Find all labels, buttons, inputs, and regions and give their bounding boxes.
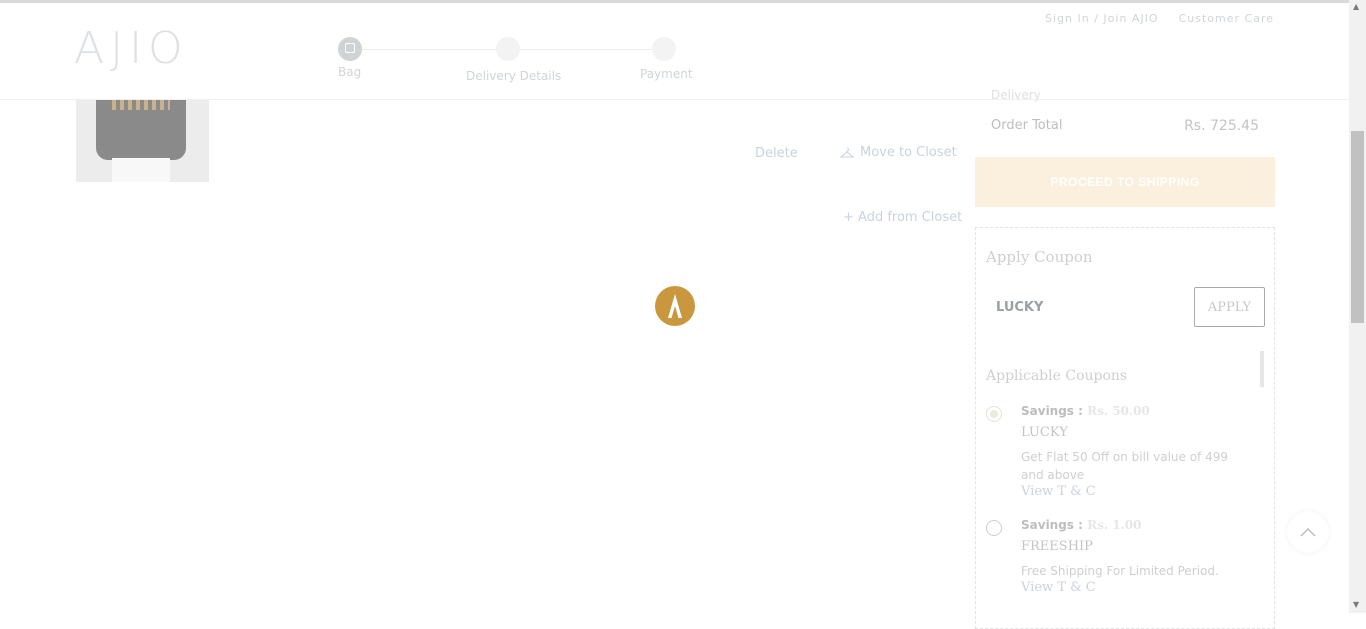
coupon-description: Free Shipping For Limited Period. (1021, 564, 1219, 578)
step-delivery-dot (496, 37, 520, 61)
summary-row-order-total: Order Total Rs. 725.45 (991, 118, 1259, 134)
checkout-steps: Bag Delivery Details Payment (338, 37, 708, 87)
step-payment-dot (652, 37, 676, 61)
step-payment-label: Payment (640, 67, 693, 81)
move-to-closet-link[interactable]: Move to Closet (840, 145, 957, 160)
product-image[interactable] (76, 100, 209, 182)
order-total-value: Rs. 725.45 (1184, 118, 1259, 134)
hanger-icon (840, 147, 854, 157)
delete-item-link[interactable]: Delete (755, 146, 798, 161)
savings-label: Savings : (1021, 404, 1083, 418)
add-from-closet-link[interactable]: + Add from Closet (843, 210, 962, 225)
shopping-bag-icon (345, 43, 355, 53)
customer-care-link[interactable]: Customer Care (1179, 12, 1274, 25)
move-to-closet-label: Move to Closet (860, 145, 957, 160)
site-header: AJIO Sign In / Join AJIO Customer Care B… (0, 3, 1349, 100)
coupon-list-scrollbar[interactable] (1260, 351, 1264, 387)
page-scrollbar[interactable]: ▲ ▼ (1349, 0, 1366, 613)
coupon-savings: Savings : Rs. 1.00 (1021, 518, 1141, 532)
view-tc-link[interactable]: View T & C (1021, 580, 1096, 595)
summary-row-delivery: Delivery (991, 88, 1259, 102)
sign-in-link[interactable]: Sign In / Join AJIO (1045, 12, 1159, 25)
product-pattern (112, 100, 170, 110)
coupon-description: Get Flat 50 Off on bill value of 499 and… (1021, 450, 1228, 482)
coupon-radio-selected[interactable] (986, 406, 1002, 422)
step-bag-label: Bag (338, 65, 362, 79)
coupon-panel: Apply Coupon APPLY Applicable Coupons Sa… (975, 227, 1275, 629)
savings-value: Rs. 50.00 (1087, 404, 1150, 418)
chevron-up-icon (1300, 527, 1316, 537)
coupon-code-input[interactable] (986, 288, 1191, 326)
header-links: Sign In / Join AJIO Customer Care (1045, 12, 1274, 25)
scroll-to-top-button[interactable] (1287, 511, 1329, 553)
ajio-logo[interactable]: AJIO (74, 23, 189, 74)
step-connector (520, 49, 652, 50)
product-legs-shape (112, 158, 170, 182)
order-total-label: Order Total (991, 118, 1063, 133)
coupon-radio[interactable] (986, 520, 1002, 536)
loader-a-icon (668, 294, 682, 318)
step-connector (362, 49, 508, 50)
summary-partial-label: Delivery (991, 88, 1041, 102)
savings-value: Rs. 1.00 (1087, 518, 1142, 532)
coupon-code: FREESHIP (1021, 539, 1093, 554)
applicable-coupons-title: Applicable Coupons (986, 368, 1128, 384)
coupon-savings: Savings : Rs. 50.00 (1021, 404, 1150, 418)
scroll-down-arrow-icon[interactable]: ▼ (1353, 601, 1359, 609)
ajio-loader-icon (655, 286, 695, 326)
scrollbar-thumb[interactable] (1351, 131, 1364, 323)
coupon-code: LUCKY (1021, 425, 1068, 440)
step-bag-dot (338, 37, 362, 61)
apply-coupon-title: Apply Coupon (986, 248, 1093, 266)
scroll-up-arrow-icon[interactable]: ▲ (1353, 3, 1359, 11)
savings-label: Savings : (1021, 518, 1083, 532)
apply-coupon-button[interactable]: APPLY (1194, 287, 1265, 327)
proceed-to-shipping-button[interactable]: PROCEED TO SHIPPING (975, 157, 1275, 207)
view-tc-link[interactable]: View T & C (1021, 484, 1096, 499)
step-delivery-label: Delivery Details (466, 69, 562, 83)
